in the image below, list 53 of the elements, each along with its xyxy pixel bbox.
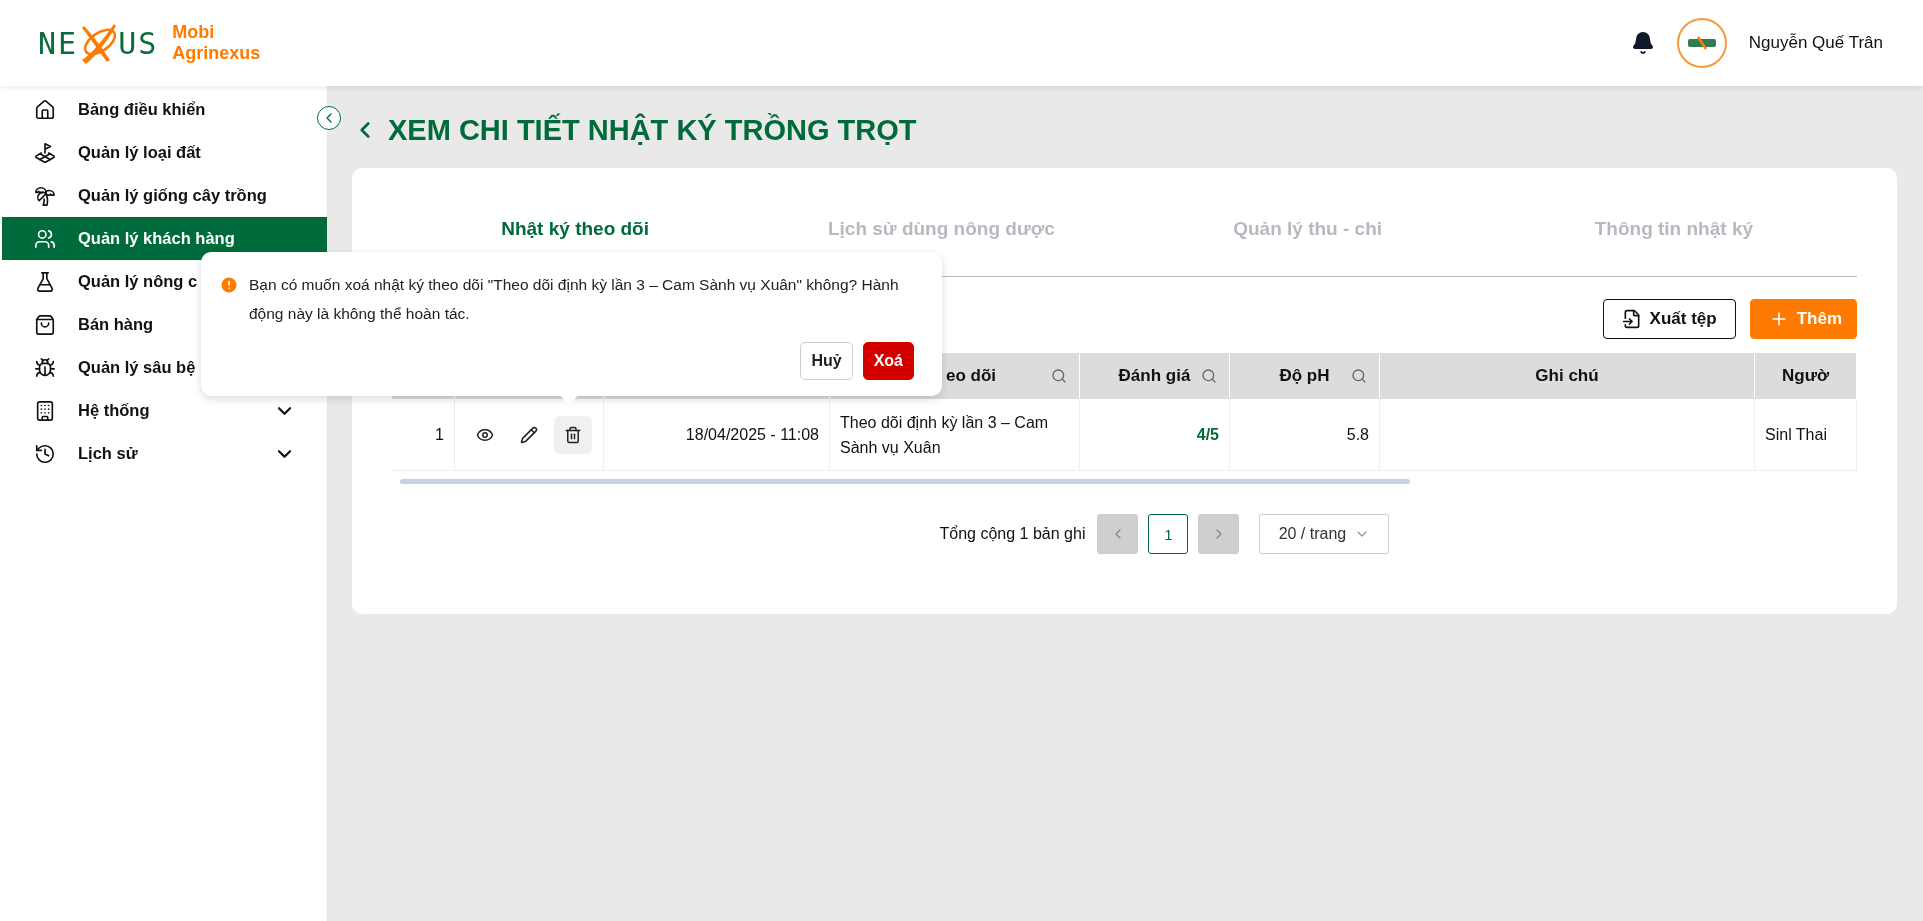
horizontal-scrollbar[interactable] [400, 479, 1410, 484]
page-size-select[interactable]: 20 / trang [1259, 514, 1390, 554]
delete-button[interactable]: Xoá [862, 342, 914, 380]
building-icon [34, 399, 56, 422]
collapse-sidebar-button[interactable] [317, 106, 341, 130]
table-cell: Sinl Thai [1755, 399, 1857, 471]
user-avatar[interactable] [1676, 18, 1727, 68]
page-number[interactable]: 1 [1148, 514, 1189, 554]
tab[interactable]: Nhật ký theo dõi [392, 218, 759, 258]
column-header: Độ pH [1230, 353, 1380, 399]
sidebar-item[interactable]: Bảng điều khiển [2, 88, 311, 131]
trash-icon [564, 425, 582, 444]
table-cell: 18/04/2025 - 11:08 [604, 399, 830, 471]
chevron-down-icon [278, 449, 291, 458]
land-flag-icon [34, 141, 56, 164]
export-button[interactable]: Xuất tệp [1602, 299, 1736, 339]
total-records: Tổng cộng 1 bản ghi [939, 525, 1086, 543]
file-arrow-icon [1621, 309, 1642, 329]
warning-icon [219, 275, 239, 295]
sidebar-item[interactable]: Quản lý giống cây trồng [2, 174, 311, 217]
table-cell: Theo dõi định kỳ lần 3 – Cam Sành vụ Xuân [830, 399, 1080, 471]
confirm-message: Bạn có muốn xoá nhật ký theo dõi "Theo dõi định kỳ lần 3 – Cam Sành vụ Xuân" không? Hành động này là không thể hoàn tác. [249, 275, 900, 324]
brand-name: Mobi Agrinexus [172, 22, 261, 64]
sidebar-item[interactable]: Hệ thống [2, 389, 311, 432]
clock-icon [34, 442, 56, 465]
chevron-down-icon [278, 406, 291, 415]
search-icon[interactable] [1351, 368, 1367, 384]
search-icon[interactable] [1051, 368, 1067, 384]
user-name[interactable]: Nguyễn Quế Trân [1748, 33, 1883, 53]
table-cell: 4/5 [1080, 399, 1230, 471]
palm-tree-icon [34, 184, 56, 207]
delete-row-button[interactable] [554, 415, 592, 454]
table-cell: 5.8 [1230, 399, 1380, 471]
flask-icon [34, 270, 56, 293]
page-title: XEM CHI TIẾT NHẬT KÝ TRỒNG TRỌT [388, 113, 917, 147]
table-cell: 1 [392, 399, 455, 471]
shopping-bag-icon [34, 313, 56, 336]
column-header: Ghi chú [1380, 353, 1755, 399]
logo-text: US [118, 25, 159, 61]
sidebar-item[interactable]: Quản lý khách hàng [2, 217, 327, 260]
users-icon [34, 227, 56, 250]
column-header: Ngườ [1755, 353, 1857, 399]
search-icon[interactable] [1201, 368, 1217, 384]
bug-icon [34, 356, 56, 379]
pencil-icon [520, 425, 538, 444]
logo-text: NE [38, 25, 79, 61]
sidebar-item[interactable]: Lịch sử [2, 432, 311, 475]
column-header: Đánh giá [1080, 353, 1230, 399]
notification-bell-icon[interactable] [1630, 31, 1655, 55]
sidebar-item[interactable]: Quản lý sâu bệ [2, 346, 311, 389]
sidebar-item[interactable]: Quản lý loại đất [2, 131, 311, 174]
cancel-button[interactable]: Huỷ [800, 342, 853, 380]
house-icon [34, 98, 56, 121]
